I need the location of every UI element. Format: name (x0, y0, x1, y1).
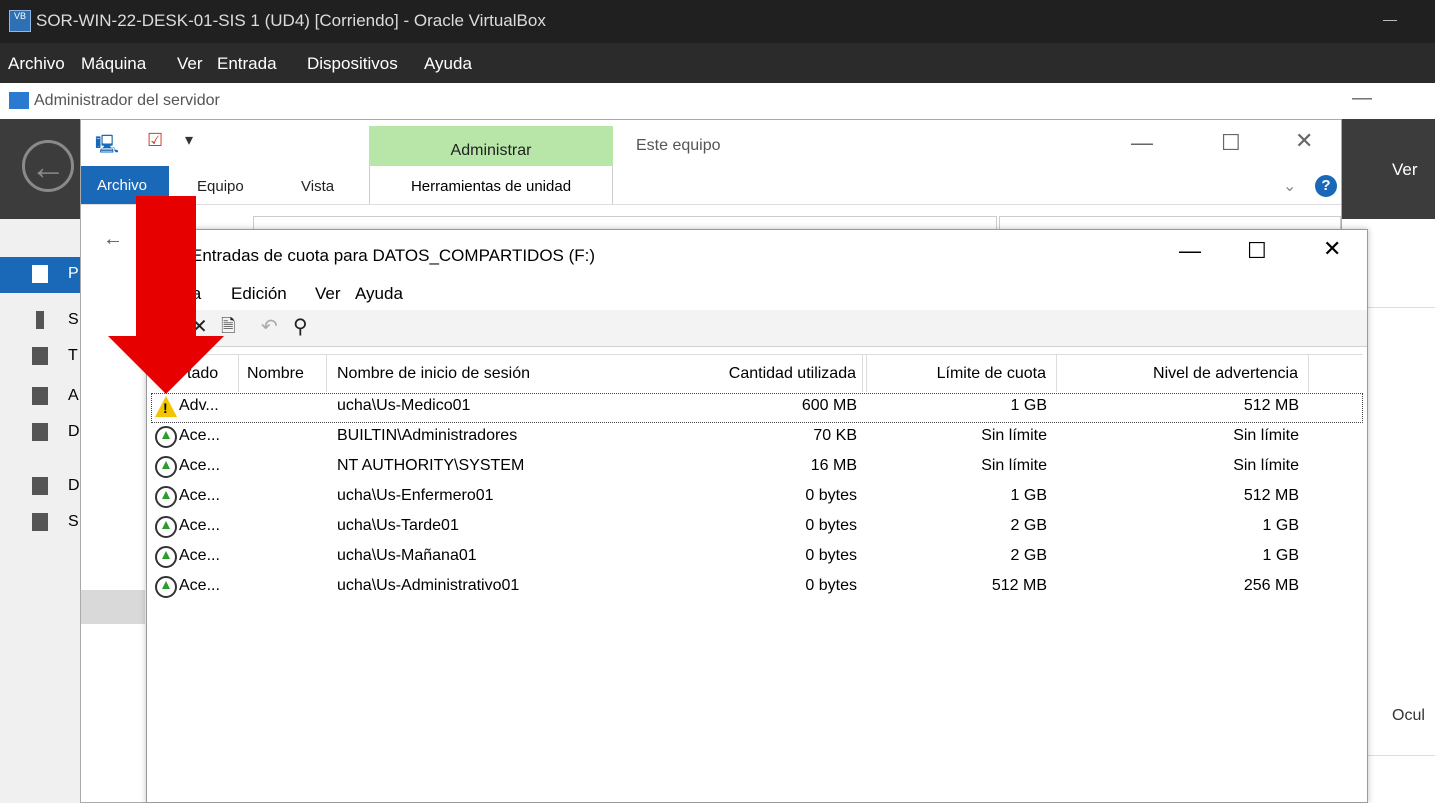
maximize-icon[interactable]: ☐ (1247, 238, 1267, 264)
virtualbox-title: SOR-WIN-22-DESK-01-SIS 1 (UD4) [Corriend… (36, 11, 546, 30)
quota-entries-window: Entradas de cuota para DATOS_COMPARTIDOS… (146, 229, 1368, 803)
sidebar-item-local[interactable]: S (0, 303, 88, 339)
ad-icon (32, 387, 48, 405)
tab-vista[interactable]: Vista (301, 178, 334, 195)
computer-icon: 🖳 (95, 134, 120, 154)
tab-herramientas-unidad[interactable]: Herramientas de unidad (369, 166, 613, 204)
column-header-limite[interactable]: Límite de cuota (867, 355, 1057, 392)
virtualbox-menubar: Archivo Máquina Ver Entrada Dispositivos… (0, 43, 1435, 83)
search-icon[interactable]: ⚲ (293, 314, 308, 339)
menu-maquina[interactable]: Máquina (81, 54, 146, 74)
sidebar-item-file[interactable]: D (0, 469, 88, 505)
file-services-icon (32, 477, 48, 495)
menu-cuota[interactable]: ta (187, 284, 201, 304)
all-servers-icon (32, 347, 48, 365)
menu-dispositivos[interactable]: Dispositivos (307, 54, 398, 74)
warning-icon: ! (155, 396, 177, 417)
menu-ver[interactable]: Ver (315, 284, 341, 304)
back-arrow-icon[interactable]: ← (22, 140, 74, 192)
menu-archivo[interactable]: Archivo (8, 54, 65, 74)
menu-ayuda[interactable]: Ayuda (424, 54, 472, 74)
help-icon[interactable]: ? (1315, 175, 1337, 197)
window-title: Este equipo (636, 137, 721, 154)
table-row[interactable]: Ace... ucha\Us-Tarde01 0 bytes 2 GB 1 GB (151, 513, 1363, 543)
properties-icon[interactable]: 🗎 (221, 314, 235, 344)
column-header-cantidad[interactable]: Cantidad utilizada (687, 355, 867, 392)
nav-pane-selected-item[interactable] (81, 590, 145, 624)
undo-icon[interactable]: ↶ (261, 314, 278, 339)
table-row[interactable]: Ace... ucha\Us-Administrativo01 0 bytes … (151, 573, 1363, 603)
qat-dropdown-icon[interactable]: ▾ (185, 130, 193, 150)
tab-equipo[interactable]: Equipo (197, 178, 244, 195)
dns-icon (32, 423, 48, 441)
menu-edicion[interactable]: Edición (231, 284, 287, 304)
minimize-icon[interactable] (1383, 20, 1397, 21)
properties-check-icon[interactable]: ☑ (147, 130, 163, 151)
column-header-estado[interactable]: tado (151, 355, 239, 392)
local-server-icon (36, 311, 44, 329)
delete-icon[interactable]: ✕ (191, 314, 208, 339)
ribbon-tabs (81, 166, 1341, 205)
sidebar-item-all[interactable]: T (0, 339, 88, 375)
table-row[interactable]: Ace... ucha\Us-Mañana01 0 bytes 2 GB 1 G… (151, 543, 1363, 573)
ver-label[interactable]: Ver (1392, 160, 1418, 180)
chevron-down-icon[interactable]: ⌄ (1283, 176, 1296, 196)
ok-icon (155, 486, 177, 508)
tab-archivo[interactable]: Archivo (81, 166, 169, 204)
minimize-icon[interactable]: — (1179, 238, 1201, 264)
ok-icon (155, 426, 177, 448)
right-header (1340, 119, 1435, 219)
sidebar-item-dns[interactable]: D (0, 415, 88, 451)
table-row[interactable]: ! Adv... ucha\Us-Medico01 600 MB 1 GB 51… (151, 393, 1363, 423)
server-manager-icon (9, 92, 29, 109)
server-manager-title: Administrador del servidor (34, 92, 220, 109)
quota-list: tado Nombre Nombre de inicio de sesión C… (151, 354, 1363, 803)
sidebar-item-panel[interactable]: P (0, 257, 88, 293)
dashboard-icon (32, 265, 48, 283)
administrar-context-tab: Administrar (369, 126, 613, 168)
sidebar-item-storage[interactable]: S (0, 505, 88, 541)
minimize-icon[interactable]: — (1131, 130, 1153, 156)
menu-ayuda[interactable]: Ayuda (355, 284, 403, 304)
close-icon[interactable]: ✕ (1323, 236, 1341, 262)
virtualbox-logo-icon: VB (9, 10, 31, 32)
quota-window-title: Entradas de cuota para DATOS_COMPARTIDOS… (191, 246, 596, 265)
ok-icon (155, 456, 177, 478)
quota-toolbar: ✕ 🗎 ↶ ⚲ (147, 310, 1367, 347)
ok-icon (155, 576, 177, 598)
storage-icon (32, 513, 48, 531)
maximize-icon[interactable]: ☐ (1221, 130, 1241, 156)
table-row[interactable]: Ace... ucha\Us-Enfermero01 0 bytes 1 GB … (151, 483, 1363, 513)
ok-icon (155, 516, 177, 538)
sm-minimize-icon[interactable]: — (1352, 87, 1372, 110)
close-icon[interactable]: ✕ (1295, 128, 1313, 154)
column-header-nombre[interactable]: Nombre (239, 355, 327, 392)
sidebar-item-ad[interactable]: A (0, 379, 88, 415)
menu-ver[interactable]: Ver (177, 54, 203, 74)
nav-back-icon[interactable]: ← (103, 228, 123, 251)
table-row[interactable]: Ace... NT AUTHORITY\SYSTEM 16 MB Sin lím… (151, 453, 1363, 483)
table-row[interactable]: Ace... BUILTIN\Administradores 70 KB Sin… (151, 423, 1363, 453)
server-manager-titlebar: Administrador del servidor — (0, 83, 1435, 119)
menu-entrada[interactable]: Entrada (217, 54, 277, 74)
server-manager-sidebar: P S T A D D S (0, 219, 89, 803)
column-header-advertencia[interactable]: Nivel de advertencia (1057, 355, 1309, 392)
ocultar-link[interactable]: Ocul (1392, 707, 1425, 725)
virtualbox-titlebar: VB SOR-WIN-22-DESK-01-SIS 1 (UD4) [Corri… (0, 0, 1435, 43)
ok-icon (155, 546, 177, 568)
